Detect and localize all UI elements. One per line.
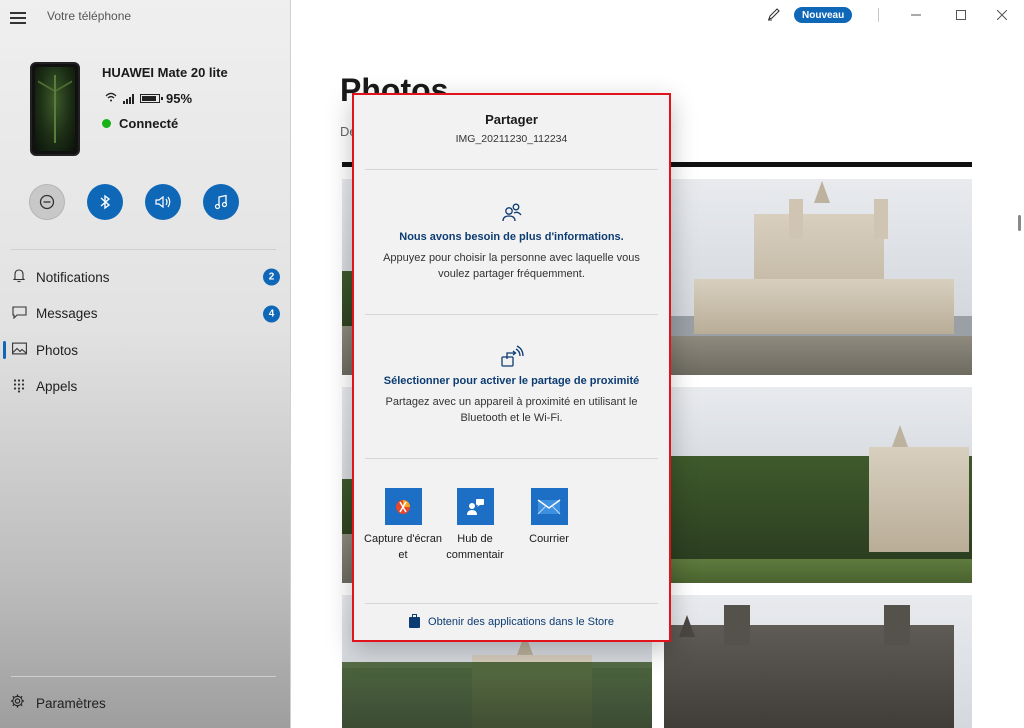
sidebar-item-label: Photos (36, 342, 79, 358)
connected-dot-icon (102, 119, 111, 128)
battery-percentage: 95% (166, 91, 193, 106)
settings-label: Paramètres (36, 695, 106, 711)
mail-icon (530, 488, 568, 525)
share-divider (365, 458, 658, 459)
gear-icon (10, 694, 25, 713)
store-link-label: Obtenir des applications dans le Store (428, 616, 614, 628)
sidebar-divider (11, 249, 276, 250)
share-dialog: Partager IMG_20211230_112234 Nous avons … (352, 93, 671, 642)
more-info-description: Appuyez pour choisir la personne avec la… (383, 252, 640, 280)
wifi-icon (105, 92, 117, 105)
sidebar-item-label: Appels (36, 379, 78, 395)
device-name: HUAWEI Mate 20 lite (102, 65, 228, 80)
share-app-label: Hub de commentair (446, 533, 504, 561)
sidebar-item-label: Messages (36, 306, 98, 322)
photo-thumbnail[interactable] (664, 387, 972, 583)
messages-count-badge: 4 (263, 305, 280, 323)
connection-status-text: Connecté (119, 116, 179, 131)
volume-button[interactable] (145, 184, 181, 220)
share-filename: IMG_20211230_112234 (455, 133, 568, 145)
app-title: Votre téléphone (47, 9, 132, 23)
do-not-disturb-button[interactable] (29, 184, 65, 220)
photo-thumbnail[interactable] (664, 595, 972, 728)
snip-icon (384, 488, 422, 525)
dialpad-icon (11, 378, 27, 395)
feedback-icon (456, 488, 494, 525)
minimize-icon[interactable] (901, 4, 931, 26)
sidebar-nav: Notifications 2 Messages 4 Photos Appels (0, 259, 291, 405)
sidebar-item-photos[interactable]: Photos (0, 332, 291, 369)
people-icon (500, 201, 524, 225)
maximize-icon[interactable] (946, 4, 976, 26)
hamburger-menu-icon[interactable] (10, 12, 26, 24)
nearby-share-description: Partagez avec un appareil à proximité en… (385, 396, 638, 424)
share-app-snip[interactable]: Capture d'écran et (363, 488, 443, 563)
notifications-count-badge: 2 (263, 268, 280, 286)
scrollbar-thumb[interactable] (1018, 215, 1021, 231)
battery-icon (140, 94, 163, 103)
sidebar-item-label: Notifications (36, 269, 110, 285)
photo-thumbnail[interactable] (664, 179, 972, 375)
connection-status: Connecté (102, 116, 178, 131)
music-button[interactable] (203, 184, 239, 220)
share-divider (365, 314, 658, 315)
chat-icon (11, 306, 27, 322)
phone-image (30, 62, 80, 156)
share-app-feedback[interactable]: Hub de commentair (435, 488, 515, 563)
close-icon[interactable] (987, 4, 1017, 26)
share-app-label: Capture d'écran et (364, 533, 442, 561)
share-title: Partager (485, 112, 538, 127)
store-link[interactable]: Obtenir des applications dans le Store (354, 613, 669, 628)
more-info-link[interactable]: Nous avons besoin de plus d'informations… (364, 231, 659, 243)
device-status-row: 95% (105, 91, 192, 106)
share-app-mail[interactable]: Courrier (509, 488, 589, 563)
store-bag-icon (409, 613, 421, 628)
share-divider (365, 603, 658, 604)
sidebar-item-calls[interactable]: Appels (0, 369, 291, 406)
quick-actions (29, 184, 239, 220)
titlebar-separator (878, 8, 879, 22)
signal-icon (123, 93, 134, 104)
settings-button[interactable]: Paramètres (0, 688, 291, 718)
bluetooth-button[interactable] (87, 184, 123, 220)
nearby-share-link[interactable]: Sélectionner pour activer le partage de … (364, 375, 659, 387)
new-features-button[interactable]: Nouveau (794, 7, 853, 23)
bell-icon (11, 269, 27, 286)
sidebar-item-notifications[interactable]: Notifications 2 (0, 259, 291, 296)
sidebar-item-messages[interactable]: Messages 4 (0, 296, 291, 333)
nearby-share-icon (500, 345, 524, 369)
sidebar: Votre téléphone HUAWEI Mate 20 lite 95% … (0, 0, 291, 728)
image-icon (11, 342, 27, 358)
pen-icon[interactable] (767, 7, 781, 24)
share-app-label: Courrier (529, 533, 569, 545)
share-divider (365, 169, 658, 170)
sidebar-bottom-divider (11, 676, 276, 677)
